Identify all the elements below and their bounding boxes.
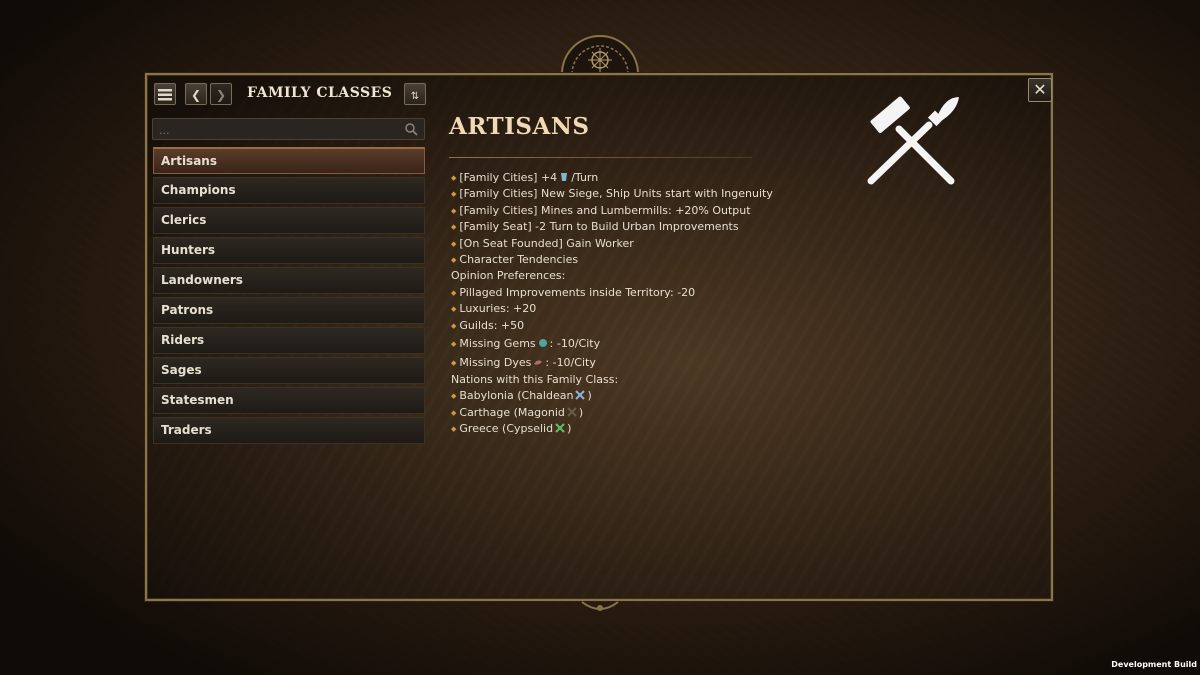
sort-icon: ⇅ [410, 91, 420, 102]
nation-line[interactable]: Babylonia (Chaldean) [451, 388, 871, 404]
effect-line: [Family Cities] New Siege, Ship Units st… [451, 186, 871, 202]
artisans-family-icon [567, 406, 577, 417]
sort-button[interactable]: ⇅ [404, 83, 426, 105]
nation-line[interactable]: Carthage (Magonid) [451, 405, 871, 421]
nation-line[interactable]: Greece (Cypselid) [451, 421, 871, 437]
artisans-family-icon [555, 423, 565, 433]
detail-effects: [Family Cities] +4/Turn [Family Cities] … [451, 170, 871, 437]
science-icon [561, 173, 568, 181]
list-item-patrons[interactable]: Patrons [153, 297, 425, 324]
opinion-line: Missing Gems: -10/City [451, 334, 871, 353]
search-icon[interactable] [404, 122, 418, 136]
opinion-line: Luxuries: +20 [451, 301, 871, 317]
list-item-sages[interactable]: Sages [153, 357, 425, 384]
panel-title: FAMILY CLASSES [247, 85, 393, 101]
character-tendencies-link[interactable]: Character Tendencies [451, 252, 871, 268]
family-class-list: Artisans Champions Clerics Hunters Lando… [153, 147, 425, 447]
opinion-line: Guilds: +50 [451, 318, 871, 334]
development-build-label: Development Build [1111, 660, 1197, 669]
forward-button[interactable]: ❯ [210, 83, 232, 105]
search-input[interactable] [153, 120, 405, 141]
hammer-and-brush-icon [867, 96, 959, 185]
close-button[interactable]: ✕ [1028, 78, 1052, 102]
menu-button[interactable] [154, 83, 176, 105]
title-divider [449, 157, 752, 158]
list-item-artisans[interactable]: Artisans [153, 147, 425, 174]
list-item-riders[interactable]: Riders [153, 327, 425, 354]
nations-heading: Nations with this Family Class: [451, 372, 619, 386]
artisans-family-icon [575, 390, 586, 401]
effect-line: [Family Cities] Mines and Lumbermills: +… [451, 203, 871, 219]
family-classes-window: ❮ ❯ FAMILY CLASSES ⇅ Artisans Champions … [145, 73, 1053, 601]
effect-line: [On Seat Founded] Gain Worker [451, 236, 871, 252]
back-button[interactable]: ❮ [185, 83, 207, 105]
list-item-statesmen[interactable]: Statesmen [153, 387, 425, 414]
list-item-clerics[interactable]: Clerics [153, 207, 425, 234]
chevron-right-icon: ❯ [215, 88, 227, 102]
close-icon: ✕ [1033, 80, 1047, 99]
opinion-line: Pillaged Improvements inside Territory: … [451, 285, 871, 301]
chevron-left-icon: ❮ [190, 88, 202, 102]
list-item-champions[interactable]: Champions [153, 177, 425, 204]
emblem-ornament-icon [560, 35, 640, 75]
gems-icon [538, 338, 547, 347]
effect-line: [Family Seat] -2 Turn to Build Urban Imp… [451, 219, 871, 235]
list-item-traders[interactable]: Traders [153, 417, 425, 444]
opinion-preferences-heading: Opinion Preferences: [451, 269, 566, 283]
effect-line: [Family Cities] +4/Turn [451, 170, 871, 186]
list-item-landowners[interactable]: Landowners [153, 267, 425, 294]
list-item-hunters[interactable]: Hunters [153, 237, 425, 264]
search-box[interactable] [152, 118, 425, 141]
bottom-ornament-icon [581, 601, 619, 611]
opinion-line: Missing Dyes: -10/City [451, 353, 871, 372]
detail-title: ARTISANS [449, 113, 590, 140]
dyes-icon [534, 360, 543, 365]
hamburger-icon [158, 89, 172, 101]
